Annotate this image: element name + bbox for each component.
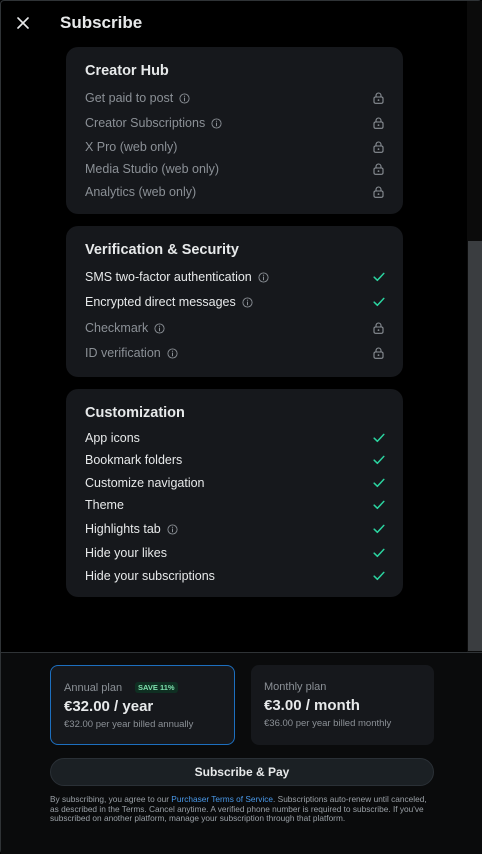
info-icon[interactable] [154,322,165,334]
features-card-creator-hub: Creator Hub Get paid to post Creator Subs… [66,47,403,214]
feature-row: Hide your subscriptions [85,566,385,586]
feature-row: Highlights tab [85,519,385,539]
feature-label: X Pro (web only) [85,140,178,154]
legal-text: By subscribing, you agree to our Purchas… [50,794,435,824]
plan-note: €36.00 per year billed monthly [264,718,392,729]
features-card-customization: Customization App icons Bookmark folders C… [66,389,403,597]
lock-icon [372,116,385,130]
card-title: Verification & Security [85,242,239,258]
checkmark-icon [372,498,385,512]
feature-row: X Pro (web only) [85,137,385,157]
feature-row: Customize navigation [85,473,385,493]
feature-row: Hide your likes [85,543,385,563]
info-icon[interactable] [167,523,178,535]
plan-price: €32.00 / year [64,698,154,715]
feature-label: App icons [85,431,140,445]
feature-label: Highlights tab [85,522,161,536]
feature-label: Hide your likes [85,546,167,560]
subscribe-pay-button[interactable]: Subscribe & Pay [50,758,434,786]
info-icon[interactable] [179,92,190,104]
feature-row: ID verification [85,343,385,363]
close-icon [17,17,29,29]
feature-label: Get paid to post [85,91,174,105]
plan-monthly[interactable]: Monthly plan €3.00 / month €36.00 per ye… [251,665,434,745]
lock-icon [372,321,385,335]
feature-label: Bookmark folders [85,453,183,467]
scrollbar-thumb[interactable] [468,241,482,651]
info-icon[interactable] [242,296,253,308]
save-badge: SAVE 11% [135,682,178,693]
checkmark-icon [372,546,385,560]
lock-icon [372,185,385,199]
feature-row: Creator Subscriptions [85,113,385,133]
checkmark-icon [372,476,385,490]
feature-row: Bookmark folders [85,450,385,470]
checkmark-icon [372,569,385,583]
plan-name: Annual plan [64,682,123,694]
checkmark-icon [372,270,385,284]
feature-row: Checkmark [85,318,385,338]
lock-icon [372,162,385,176]
feature-row: Get paid to post [85,88,385,108]
feature-row: SMS two-factor authentication [85,267,385,287]
feature-label: Theme [85,498,124,512]
info-icon[interactable] [167,347,178,359]
plan-name: Monthly plan [264,681,327,693]
feature-row: App icons [85,428,385,448]
feature-label: Checkmark [85,321,149,335]
info-icon[interactable] [211,117,222,129]
lock-icon [372,91,385,105]
checkmark-icon [372,431,385,445]
feature-row: Media Studio (web only) [85,159,385,179]
lock-icon [372,140,385,154]
feature-row: Theme [85,495,385,515]
checkmark-icon [372,453,385,467]
dialog-header: Subscribe [1,1,467,45]
page-title: Subscribe [60,13,143,32]
feature-row: Analytics (web only) [85,182,385,202]
card-title: Creator Hub [85,63,169,79]
feature-label: Customize navigation [85,476,205,490]
plan-note: €32.00 per year billed annually [64,719,194,730]
plan-annual[interactable]: Annual plan SAVE 11% €32.00 / year €32.0… [50,665,235,745]
feature-label: Encrypted direct messages [85,295,236,309]
feature-row: Encrypted direct messages [85,292,385,312]
feature-label: SMS two-factor authentication [85,270,252,284]
subscribe-dialog: Subscribe Creator Hub Get paid to post Cr… [0,0,482,854]
feature-label: Analytics (web only) [85,185,197,199]
feature-label: ID verification [85,346,161,360]
legal-text-prefix: By subscribing, you agree to our [50,794,172,804]
terms-link[interactable]: Purchaser Terms of Service [171,794,273,804]
lock-icon [372,346,385,360]
checkmark-icon [372,295,385,309]
feature-label: Hide your subscriptions [85,569,215,583]
feature-label: Creator Subscriptions [85,116,206,130]
plan-price: €3.00 / month [264,697,360,714]
feature-label: Media Studio (web only) [85,162,220,176]
checkmark-icon [372,522,385,536]
close-button[interactable] [13,11,33,35]
card-title: Customization [85,405,185,421]
features-card-verification: Verification & Security SMS two-factor a… [66,226,403,377]
info-icon[interactable] [258,271,269,283]
